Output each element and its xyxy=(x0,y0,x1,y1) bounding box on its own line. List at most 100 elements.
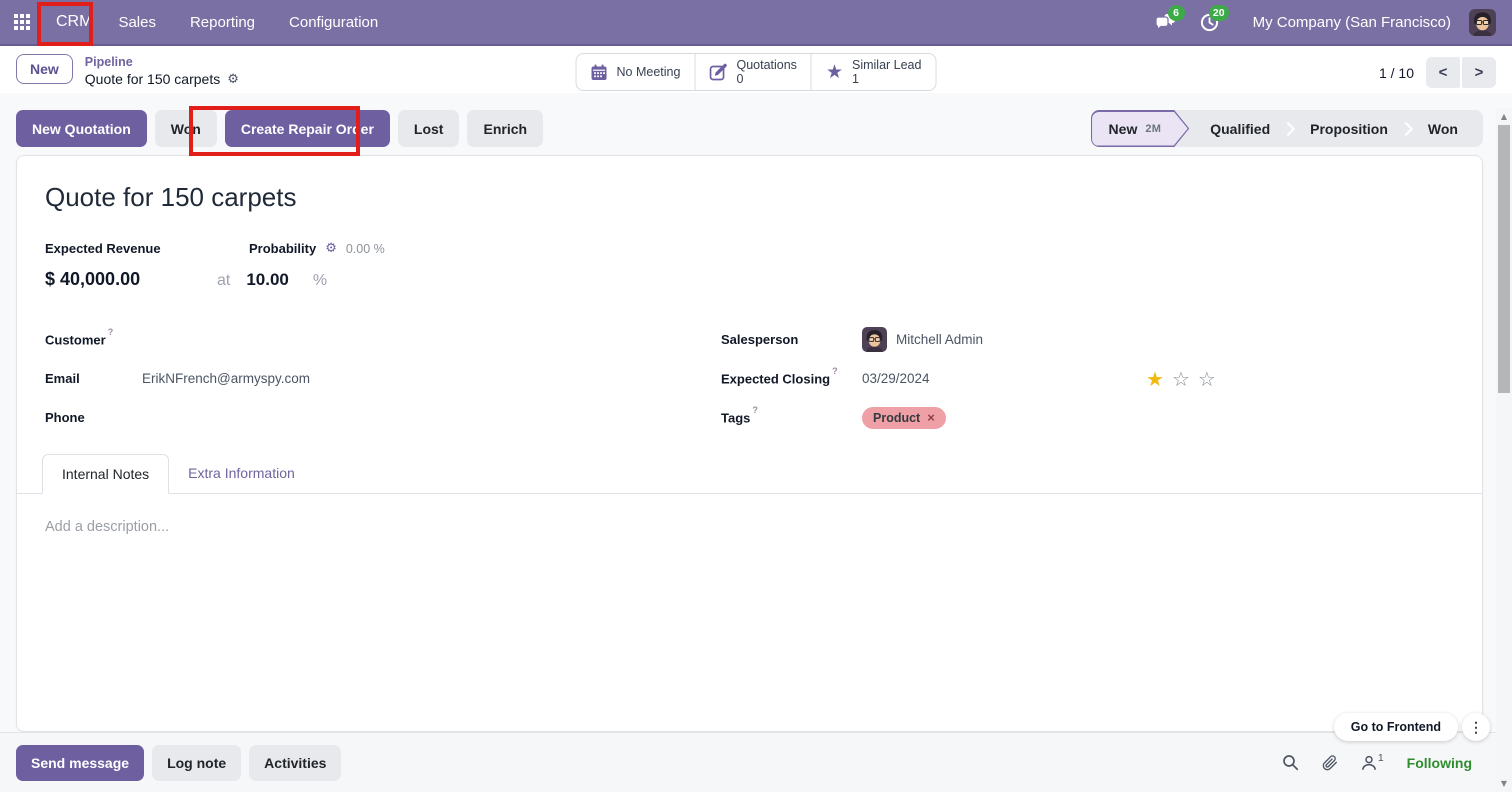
revenue-labels-row: Expected Revenue Probability ⚙ 0.00 % xyxy=(17,241,1482,256)
messages-badge: 6 xyxy=(1167,5,1185,21)
chatter-toolbar: Send message Log note Activities 1 Follo… xyxy=(0,732,1512,792)
probability-gear-icon[interactable]: ⚙ xyxy=(325,242,337,255)
followers-count: 1 xyxy=(1377,751,1384,764)
priority-star-3-empty-icon[interactable]: ☆ xyxy=(1198,369,1216,389)
calendar-icon xyxy=(591,64,607,80)
revenue-values-row: $ 40,000.00 at 10.00 % xyxy=(17,269,1482,290)
activities-button[interactable]: 20 xyxy=(1193,5,1229,39)
tags-field[interactable]: Product × xyxy=(862,406,946,429)
lost-button[interactable]: Lost xyxy=(397,110,460,147)
send-message-button[interactable]: Send message xyxy=(16,744,145,781)
similar-lead-stat-label: Similar Lead xyxy=(851,57,922,72)
expected-closing-help-marker: ? xyxy=(832,366,838,377)
salesperson-name[interactable]: Mitchell Admin xyxy=(896,332,983,347)
stage-proposition-label: Proposition xyxy=(1310,120,1388,137)
followers-button[interactable]: 1 xyxy=(1361,751,1384,771)
go-to-frontend-button[interactable]: Go to Frontend xyxy=(1333,713,1458,741)
chevron-left-icon: < xyxy=(1438,64,1448,81)
navbar-left: CRM Sales Reporting Configuration xyxy=(0,0,378,44)
scrollbar-thumb[interactable] xyxy=(1498,125,1510,393)
probability-auto-value: 0.00 % xyxy=(345,241,385,256)
kebab-icon: ⋮ xyxy=(1469,718,1483,735)
won-button[interactable]: Won xyxy=(154,110,217,147)
kebab-menu-button[interactable]: ⋮ xyxy=(1462,713,1490,741)
stage-won-label: Won xyxy=(1427,120,1458,137)
stage-qualified[interactable]: Qualified xyxy=(1189,110,1291,147)
expected-revenue-label: Expected Revenue xyxy=(45,241,161,256)
probability-percent-sign: % xyxy=(312,272,328,289)
new-record-button[interactable]: New xyxy=(16,54,73,84)
new-quotation-button[interactable]: New Quotation xyxy=(16,110,147,147)
menu-reporting[interactable]: Reporting xyxy=(190,14,255,31)
expected-revenue-value[interactable]: $ 40,000.00 xyxy=(45,269,217,290)
stage-new[interactable]: New 2M xyxy=(1091,110,1190,147)
pager-value: 1 / 10 xyxy=(1378,64,1414,81)
stage-bar: New 2M Qualified Proposition Won xyxy=(1090,110,1483,147)
customer-label: Customer? xyxy=(45,327,114,348)
tag-product[interactable]: Product × xyxy=(862,406,946,429)
main-content: New Quotation Won Create Repair Order Lo… xyxy=(0,93,1512,732)
log-note-button[interactable]: Log note xyxy=(152,744,242,781)
priority-star-1-filled-icon[interactable]: ★ xyxy=(1146,369,1164,389)
enrich-button[interactable]: Enrich xyxy=(467,110,544,147)
vertical-scrollbar[interactable]: ▲ ▼ xyxy=(1496,108,1512,792)
stage-won[interactable]: Won xyxy=(1407,110,1479,147)
following-toggle[interactable]: Following xyxy=(1407,755,1472,771)
menu-configuration[interactable]: Configuration xyxy=(289,14,378,31)
similar-lead-stat-value: 1 xyxy=(851,72,859,86)
expected-closing-field[interactable]: 03/29/2024 xyxy=(862,371,930,386)
user-avatar[interactable] xyxy=(1469,8,1496,36)
record-pager: 1 / 10 < > xyxy=(1379,57,1496,88)
attach-files-button[interactable] xyxy=(1322,754,1338,771)
breadcrumb-parent-pipeline[interactable]: Pipeline xyxy=(85,55,239,71)
tab-internal-notes[interactable]: Internal Notes xyxy=(42,454,170,494)
priority-stars: ★ ☆ ☆ xyxy=(1146,369,1216,389)
tags-label: Tags? xyxy=(721,405,758,426)
pager-previous-button[interactable]: < xyxy=(1426,57,1460,88)
priority-star-2-empty-icon[interactable]: ☆ xyxy=(1172,369,1190,389)
salesperson-field[interactable]: Mitchell Admin xyxy=(862,327,983,352)
probability-value[interactable]: 10.00 xyxy=(246,270,289,290)
customer-help-marker: ? xyxy=(107,327,114,338)
stage-qualified-label: Qualified xyxy=(1210,120,1271,137)
salesperson-avatar xyxy=(862,327,887,352)
user-avatar-image xyxy=(1469,8,1496,36)
email-field[interactable]: ErikNFrench@armyspy.com xyxy=(142,371,310,386)
activities-badge: 20 xyxy=(1208,5,1229,21)
stage-proposition[interactable]: Proposition xyxy=(1289,110,1409,147)
meeting-stat-button[interactable]: No Meeting xyxy=(577,54,695,90)
scrollbar-down-arrow-icon[interactable]: ▼ xyxy=(1496,779,1512,788)
create-repair-order-button[interactable]: Create Repair Order xyxy=(224,110,390,147)
similar-lead-stat-button[interactable]: ★ Similar Lead 1 xyxy=(810,54,936,90)
navbar-right: 6 20 My Company (San Francisco) xyxy=(1149,0,1512,44)
lead-title[interactable]: Quote for 150 carpets xyxy=(17,156,1482,213)
tags-help-marker: ? xyxy=(752,405,758,416)
pager-next-button[interactable]: > xyxy=(1462,57,1496,88)
scrollbar-up-arrow-icon[interactable]: ▲ xyxy=(1496,112,1512,121)
tab-extra-information[interactable]: Extra Information xyxy=(169,454,314,493)
activities-schedule-button[interactable]: Activities xyxy=(249,744,342,781)
phone-label: Phone xyxy=(45,410,85,425)
messages-button[interactable]: 6 xyxy=(1149,5,1185,39)
company-name[interactable]: My Company (San Francisco) xyxy=(1253,14,1451,31)
menu-sales[interactable]: Sales xyxy=(118,14,156,31)
chatter-right-tools: 1 Following xyxy=(1282,751,1496,771)
form-fields: Customer? Salesperson Mitchell Admin Ema… xyxy=(17,320,1482,437)
quotations-stat-button[interactable]: Quotations 0 xyxy=(694,54,810,90)
settings-gear-icon[interactable]: ⚙ xyxy=(227,73,239,86)
apps-menu-button[interactable] xyxy=(0,0,44,44)
quotation-edit-icon xyxy=(709,63,727,81)
control-panel: New Pipeline Quote for 150 carpets ⚙ No … xyxy=(0,46,1512,93)
probability-at-text: at xyxy=(217,272,231,289)
tag-product-label: Product xyxy=(873,410,921,425)
salesperson-avatar-image xyxy=(862,327,887,352)
description-placeholder[interactable]: Add a description... xyxy=(45,519,1454,535)
current-app-name[interactable]: CRM xyxy=(46,13,102,31)
navbar-menus: Sales Reporting Configuration xyxy=(118,14,378,31)
search-messages-button[interactable] xyxy=(1282,754,1299,771)
followers-person-icon xyxy=(1361,755,1376,770)
salesperson-label: Salesperson xyxy=(721,332,799,347)
meeting-stat-label: No Meeting xyxy=(616,64,681,79)
tag-remove-icon[interactable]: × xyxy=(927,411,935,424)
apps-grid-icon xyxy=(14,14,30,30)
